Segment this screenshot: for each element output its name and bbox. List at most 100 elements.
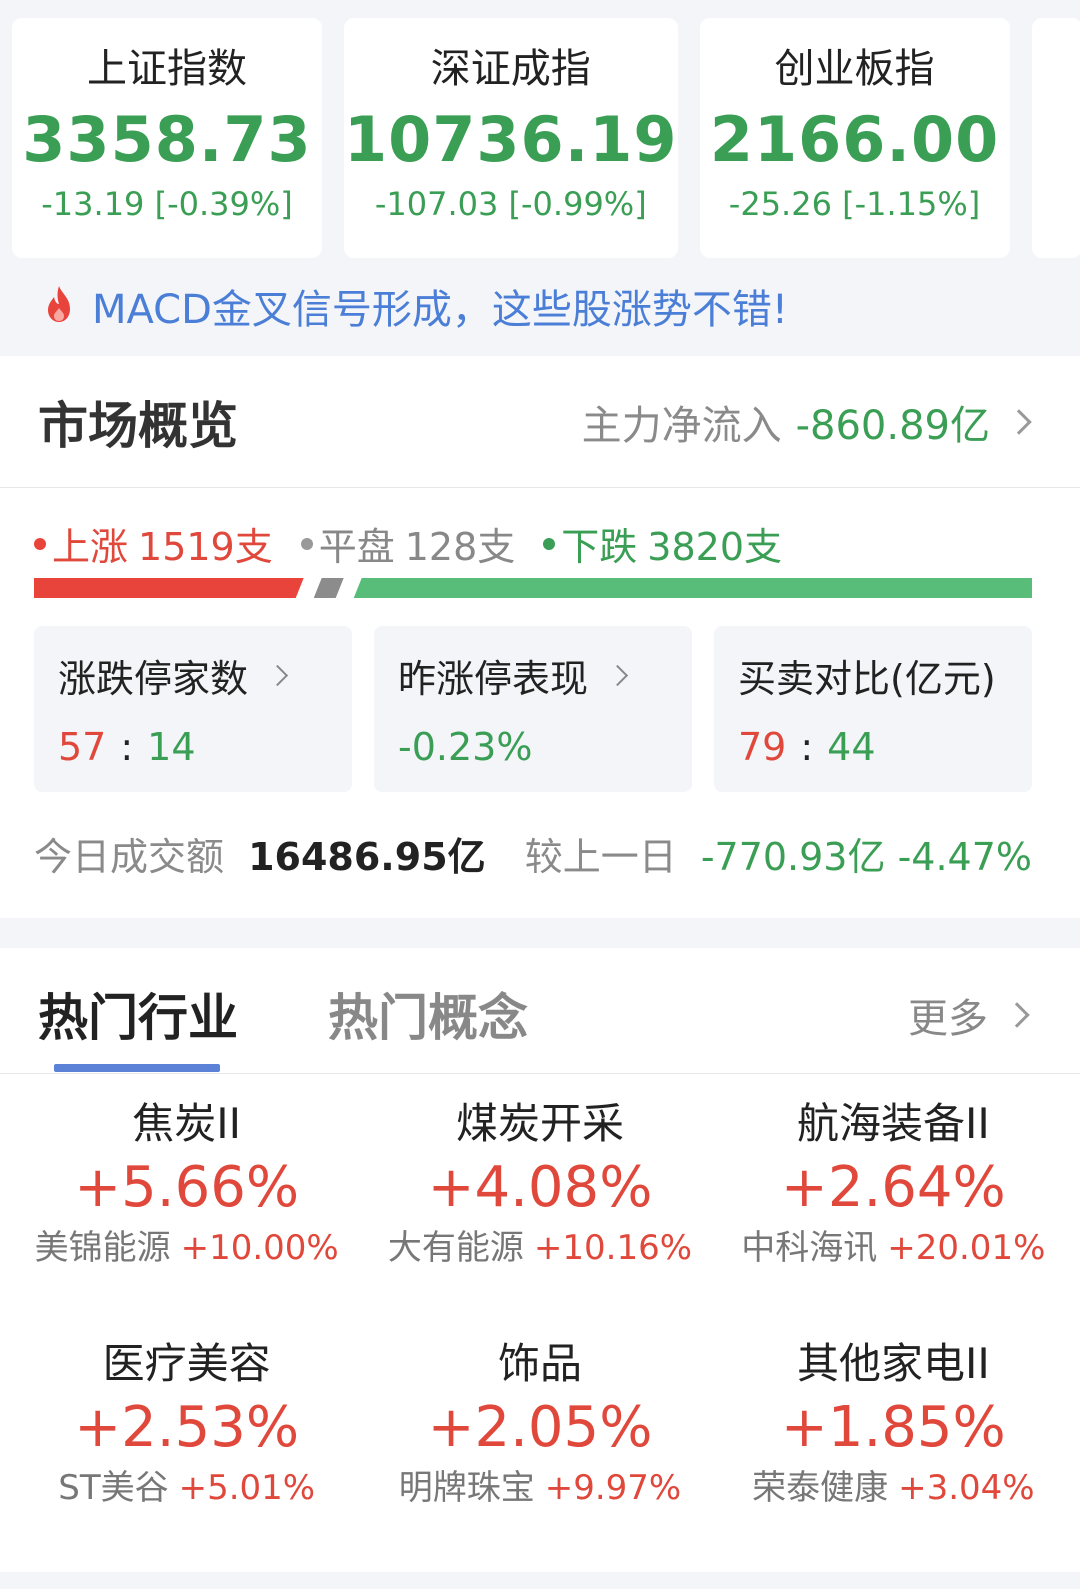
sector-cell[interactable]: 饰品 +2.05% 明牌珠宝 +9.97%: [363, 1336, 716, 1516]
buy-sell-ratio-box[interactable]: 买卖对比(亿元) 79 : 44: [714, 626, 1032, 792]
sector-cell[interactable]: 航海装备II +2.64% 中科海讯 +20.01%: [717, 1096, 1070, 1276]
leading-stock-name: 美锦能源: [34, 1228, 171, 1268]
down-label: 下跌: [561, 525, 638, 569]
leading-stock-name: 荣泰健康: [752, 1468, 889, 1508]
up-dot-icon: [34, 537, 46, 550]
chevron-right-icon: [1004, 1002, 1030, 1028]
chevron-right-icon: [1006, 408, 1032, 435]
leading-stock-name: 大有能源: [387, 1228, 524, 1268]
leading-stock-name: 明牌珠宝: [398, 1468, 535, 1508]
up-segment: [34, 578, 304, 598]
compare-label: 较上一日: [524, 835, 677, 879]
stat-value: 79 : 44: [738, 722, 1032, 772]
ratio-separator: :: [800, 725, 814, 769]
index-name: 深证成指: [430, 46, 591, 92]
index-cards: 上证指数 3358.73 -13.19 [-0.39%] 深证成指 10736.…: [12, 18, 1080, 258]
sector-name: 煤炭开采: [455, 1099, 624, 1148]
main-flow-value: -860.89亿: [795, 402, 990, 449]
down-value: 3820支: [647, 525, 783, 569]
stat-left: 57: [58, 725, 107, 769]
overview-header[interactable]: 市场概览 主力净流入 -860.89亿: [0, 356, 1080, 488]
leading-stock-change: +3.04%: [898, 1468, 1035, 1508]
up-count: 上涨 1519支: [34, 516, 273, 571]
sector-cell[interactable]: 焦炭II +5.66% 美锦能源 +10.00%: [10, 1096, 363, 1276]
stat-boxes: 涨跌停家数 57 : 14 昨涨停表现 -0.23% 买卖对比(亿元) 79 :: [34, 626, 1032, 792]
sector-name: 医疗美容: [102, 1339, 271, 1388]
limit-up-down-box[interactable]: 涨跌停家数 57 : 14: [34, 626, 352, 792]
hot-sectors-panel: 热门行业 热门概念 更多 焦炭II +5.66% 美锦能源 +10.00% 煤炭开…: [0, 948, 1080, 1572]
index-change: -107.03 [-0.99%]: [374, 185, 647, 223]
leading-stock-change: +9.97%: [544, 1468, 682, 1508]
turnover-value: 16486.95亿: [248, 835, 486, 879]
flame-icon: [44, 284, 74, 328]
leading-stock-name: ST美谷: [58, 1468, 169, 1508]
promo-banner[interactable]: MACD金叉信号形成，这些股涨势不错!: [44, 280, 788, 333]
sector-cell[interactable]: 医疗美容 +2.53% ST美谷 +5.01%: [10, 1336, 363, 1516]
tab-hot-industry[interactable]: 热门行业: [38, 978, 238, 1050]
leading-stock-change: +10.00%: [180, 1228, 339, 1268]
chevron-right-icon: [266, 664, 289, 686]
stat-value: -0.23%: [398, 725, 533, 769]
compare-value: -770.93亿 -4.47%: [700, 835, 1032, 879]
sector-change: +2.05%: [427, 1395, 653, 1460]
overview-title: 市场概览: [38, 396, 238, 455]
index-card-sz[interactable]: 深证成指 10736.19 -107.03 [-0.99%]: [344, 18, 678, 258]
advance-decline-counts: 上涨 1519支 平盘 128支 下跌 3820支: [34, 516, 810, 571]
leading-stock-change: +5.01%: [178, 1468, 316, 1508]
index-name: 上证指数: [87, 46, 247, 92]
stat-title-text: 昨涨停表现: [398, 656, 589, 701]
flat-label: 平盘: [318, 525, 395, 569]
leading-stock: 美锦能源 +10.00%: [10, 1224, 363, 1272]
sector-change: +5.66%: [74, 1155, 300, 1220]
sector-name: 其他家电II: [796, 1339, 990, 1388]
stat-title: 买卖对比(亿元): [738, 650, 1032, 701]
stat-title: 昨涨停表现: [398, 650, 692, 701]
flat-value: 128支: [404, 525, 516, 569]
stat-title: 涨跌停家数: [58, 650, 352, 701]
up-label: 上涨: [52, 525, 129, 569]
turnover-compare: 较上一日 -770.93亿 -4.47%: [525, 826, 1032, 881]
index-card-cyb[interactable]: 创业板指 2166.00 -25.26 [-1.15%]: [699, 18, 1010, 258]
yesterday-limit-up-box[interactable]: 昨涨停表现 -0.23%: [374, 626, 692, 792]
index-change: -25.26 [-1.15%]: [728, 185, 981, 223]
up-value: 1519支: [138, 525, 273, 569]
down-dot-icon: [543, 537, 556, 550]
down-count: 下跌 3820支: [543, 516, 782, 571]
down-segment: [353, 578, 1032, 598]
advance-decline-bar: [34, 578, 1032, 598]
stat-right: 14: [147, 725, 196, 769]
leading-stock: 中科海讯 +20.01%: [717, 1224, 1070, 1272]
sector-name: 饰品: [497, 1339, 582, 1388]
sector-change: +2.64%: [780, 1155, 1006, 1220]
index-card-sh[interactable]: 上证指数 3358.73 -13.19 [-0.39%]: [12, 18, 322, 258]
turnover-row: 今日成交额 16486.95亿 较上一日 -770.93亿 -4.47%: [34, 826, 1032, 881]
leading-stock: 荣泰健康 +3.04%: [717, 1464, 1070, 1512]
stat-right: 44: [827, 725, 876, 769]
index-name: 创业板指: [774, 46, 935, 92]
index-value: 3358.73: [22, 103, 312, 176]
stat-value: 57 : 14: [58, 722, 352, 772]
stat-title-text: 涨跌停家数: [58, 656, 249, 701]
tab-hot-concept[interactable]: 热门概念: [328, 978, 528, 1050]
flat-segment: [314, 578, 344, 598]
ratio-separator: :: [120, 725, 134, 769]
sector-cell[interactable]: 煤炭开采 +4.08% 大有能源 +10.16%: [363, 1096, 716, 1276]
main-flow[interactable]: 主力净流入 -860.89亿: [582, 393, 1032, 451]
more-link[interactable]: 更多: [908, 986, 1030, 1044]
index-card-next[interactable]: [1031, 18, 1080, 258]
market-overview: 市场概览 主力净流入 -860.89亿 上涨 1519支 平盘 128支 下跌 …: [0, 356, 1080, 918]
leading-stock: ST美谷 +5.01%: [10, 1464, 363, 1512]
sector-change: +1.85%: [780, 1395, 1006, 1460]
leading-stock-change: +10.16%: [533, 1228, 693, 1268]
index-change: -13.19 [-0.39%]: [41, 185, 293, 223]
leading-stock-name: 中科海讯: [741, 1228, 878, 1268]
index-value: 2166.00: [709, 103, 1000, 176]
stat-title-text: 买卖对比(亿元): [738, 656, 996, 701]
stat-left: 79: [738, 725, 787, 769]
leading-stock: 明牌珠宝 +9.97%: [363, 1464, 716, 1512]
sector-cell[interactable]: 其他家电II +1.85% 荣泰健康 +3.04%: [717, 1336, 1070, 1516]
sector-name: 焦炭II: [132, 1099, 242, 1148]
turnover-today: 今日成交额 16486.95亿: [34, 826, 486, 881]
leading-stock: 大有能源 +10.16%: [363, 1224, 716, 1272]
flat-dot-icon: [300, 537, 313, 550]
